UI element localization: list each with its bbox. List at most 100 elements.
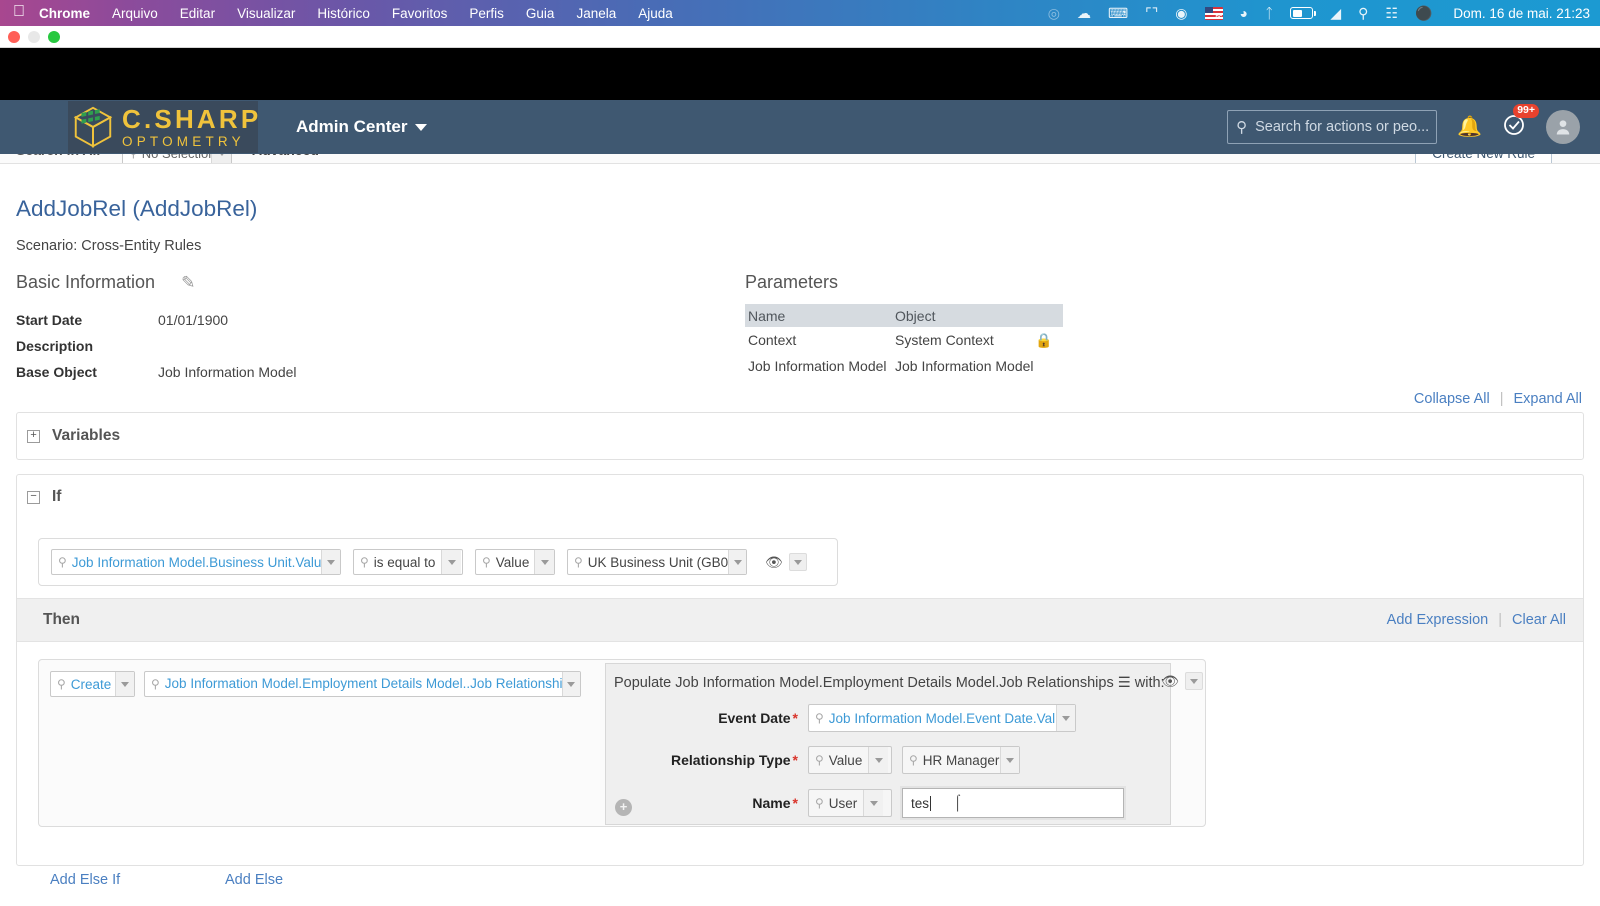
collapse-all-link[interactable]: Collapse All [1414,391,1490,407]
populate-field-relationship-type: Relationship Type * ⚲ Value ⚲ HR Manager [606,746,1020,774]
global-search-input[interactable]: ⚲ Search for actions or peo... [1227,110,1438,144]
menu-item-perfis[interactable]: Perfis [469,6,504,21]
column-header-object: Object [895,307,936,324]
event-date-select[interactable]: ⚲ Job Information Model.Event Date.Value [808,704,1076,732]
window-minimize-button[interactable] [28,31,40,43]
chevron-down-icon[interactable] [1000,747,1019,773]
chevron-down-icon[interactable] [561,672,580,696]
apple-logo-icon[interactable]:  [13,4,25,20]
cloud-icon[interactable]: ☁ [1077,6,1091,20]
pencil-icon[interactable]: ✎ [181,273,195,293]
name-kind-select[interactable]: ⚲ User [808,789,892,817]
battery-icon[interactable] [1290,7,1317,19]
condition-value-type: Value [495,554,530,570]
if-section-header: − If [17,475,1583,519]
keyboard-icon[interactable]: ⌨ [1108,6,1128,20]
menu-item-visualizar[interactable]: Visualizar [237,6,295,21]
event-date-value: Job Information Model.Event Date.Value [828,710,1057,726]
eye-icon[interactable]: 👁 [765,554,783,571]
action-verb-select[interactable]: ⚲ Create [50,671,135,697]
menu-item-historico[interactable]: Histórico [317,6,370,21]
cube-logo-icon [73,106,113,148]
siri-icon[interactable]: ◎ [1048,6,1060,20]
chevron-down-icon[interactable] [868,747,889,773]
menu-item-editar[interactable]: Editar [180,6,215,21]
bluetooth-icon[interactable]: ᛏ [1265,6,1273,20]
condition-field-select[interactable]: ⚲ Job Information Model.Business Unit.Val… [51,549,341,575]
menu-item-ajuda[interactable]: Ajuda [638,6,673,21]
parameters-title: Parameters [745,272,839,292]
search-icon: ⚲ [815,796,824,810]
app-logo[interactable]: C.SHARP OPTOMETRY [68,101,258,153]
action-target-select[interactable]: ⚲ Job Information Model.Employment Detail… [144,671,581,697]
populate-field-event-date: Event Date * ⚲ Job Information Model.Event… [606,704,1076,732]
name-text-input[interactable]: tes ⌠ [902,788,1124,818]
chevron-down-icon[interactable] [534,550,554,574]
chevron-down-icon[interactable] [1185,672,1203,690]
then-action-box: ⚲ Create ⚲ Job Information Model.Employmen… [38,659,1206,827]
divider: | [1498,612,1502,628]
control-center-icon[interactable]: ☷ [1385,6,1398,20]
logo-secondary-text: OPTOMETRY [122,133,245,149]
add-field-button[interactable]: + [615,799,632,816]
user-account-icon[interactable]: ⚫ [1415,6,1432,20]
menu-bar-clock[interactable]: Dom. 16 de mai. 21:23 [1453,6,1590,21]
condition-value-select[interactable]: ⚲ UK Business Unit (GB01) [567,549,747,575]
wifi-icon[interactable]: ◢ [1330,6,1341,20]
input-flag-icon[interactable] [1204,6,1223,21]
expand-variables-toggle[interactable]: + [27,429,40,443]
chevron-down-icon[interactable] [788,553,807,571]
notifications-bell-icon[interactable]: 🔔 [1457,117,1482,137]
if-section: − If ⚲ Job Information Model.Business Uni… [16,474,1584,866]
clear-all-link[interactable]: Clear All [1512,612,1566,628]
window-maximize-button[interactable] [48,31,60,43]
required-marker: * [792,752,798,768]
table-row: Job Information Model Job Information Mo… [745,353,1063,379]
relationship-type-kind-select[interactable]: ⚲ Value [808,746,892,774]
search-icon: ⚲ [815,711,824,725]
condition-value-type-select[interactable]: ⚲ Value [475,549,555,575]
avatar[interactable] [1546,110,1580,144]
then-links: Add Expression | Clear All [1387,612,1566,628]
eye-icon[interactable]: 👁 [1161,673,1179,690]
then-section-header: Then Add Expression | Clear All [17,598,1583,642]
table-row: Context System Context 🔒 [745,327,1063,353]
relationship-type-value-select[interactable]: ⚲ HR Manager [902,746,1020,774]
menu-item-arquivo[interactable]: Arquivo [112,6,158,21]
screen-record-icon[interactable]: ◉ [1175,6,1187,20]
menu-item-janela[interactable]: Janela [576,6,616,21]
collapse-if-toggle[interactable]: − [27,490,40,504]
menu-item-chrome[interactable]: Chrome [39,6,90,21]
chevron-down-icon[interactable] [114,672,134,696]
chevron-down-icon[interactable] [320,550,340,574]
chevron-down-icon[interactable] [1056,705,1075,731]
add-expression-link[interactable]: Add Expression [1387,612,1489,628]
condition-field-value: Job Information Model.Business Unit.Valu… [71,554,321,570]
variables-section: + Variables [16,412,1584,460]
menu-item-guia[interactable]: Guia [526,6,555,21]
chevron-down-icon[interactable] [863,790,884,816]
chevron-down-icon[interactable] [728,550,746,574]
search-icon: ⚲ [58,555,67,569]
add-else-if-link[interactable]: Add Else If [50,872,120,888]
admin-center-menu[interactable]: Admin Center [296,117,428,137]
airplay-icon[interactable]: ◕ [1240,6,1248,20]
menu-item-favoritos[interactable]: Favoritos [392,6,448,21]
add-else-link[interactable]: Add Else [225,872,283,888]
todo-icon[interactable]: 99+ [1502,103,1539,142]
lock-icon: 🔒 [1035,331,1053,348]
browser-blank-strip [0,48,1600,100]
window-close-button[interactable] [8,31,20,43]
search-icon: ⚲ [151,677,160,691]
vpn-icon[interactable]: ⌜⌝ [1145,6,1158,20]
search-icon: ⚲ [1236,118,1248,136]
parameter-object: System Context [895,332,994,348]
browser-window-titlebar [0,26,1600,48]
collapse-expand-controls: Collapse All | Expand All [1414,391,1582,407]
spotlight-icon[interactable]: ⚲ [1358,6,1368,20]
expand-all-link[interactable]: Expand All [1513,391,1582,407]
logo-primary-text: C.SHARP [122,103,262,134]
condition-operator-select[interactable]: ⚲ is equal to [353,549,463,575]
search-icon: ⚲ [815,753,824,767]
chevron-down-icon[interactable] [441,550,462,574]
